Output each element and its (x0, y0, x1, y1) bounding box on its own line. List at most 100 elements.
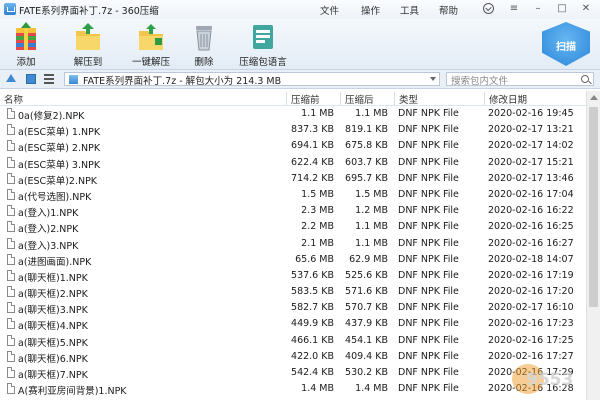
file-row[interactable]: a(进图画面).NPK 65.6 MB 62.9 MB DNF NPK File 202… (0, 252, 586, 268)
file-row[interactable]: a(聊天框)2.NPK 583.5 KB 571.6 KB DNF NPK File 2… (0, 284, 586, 300)
modified-date: 2020-02-16 19:45 (488, 108, 574, 119)
maximize-icon[interactable]: □ (553, 1, 571, 17)
original-size: 530.2 KB (345, 367, 388, 378)
extract-button[interactable]: 解压到 (68, 21, 108, 68)
file-type: DNF NPK File (398, 383, 459, 395)
main-menu-icon[interactable]: ≡ (505, 1, 523, 17)
column-name[interactable]: 名称 (0, 92, 286, 106)
column-type[interactable]: 类型 (394, 92, 484, 106)
compressed-size: 2.2 MB (301, 221, 334, 233)
file-list-header: 名称 压缩前 压缩后 类型 修改日期 (0, 91, 586, 106)
modified-date: 2020-02-17 16:10 (488, 302, 574, 314)
file-name: a(登入)1.NPK (18, 208, 79, 220)
extract-label: 解压到 (73, 57, 103, 68)
file-row[interactable]: a(聊天框)7.NPK542.4 KB530.2 KBDNF NPK File2… (0, 365, 586, 381)
modified-date: 2020-02-17 14:02 (488, 140, 574, 152)
file-type: DNF NPK File (398, 156, 459, 168)
modified-date: 2020-02-16 17:25 (488, 334, 574, 346)
file-row[interactable]: a(登入)2.NPK 2.2 MB 1.1 MB DNF NPK File 2020-0… (0, 219, 586, 235)
modified-date: 2020-02-17 13:46 (488, 172, 574, 184)
file-row[interactable]: A(赛利亚房间背景)1.NPK 1.4 MB 1.4 MB DNF NPK File 2… (0, 381, 586, 397)
language-code-icon (253, 25, 273, 49)
list-view-icon[interactable] (44, 74, 54, 84)
modified-date: 2020-02-16 17:04 (488, 188, 574, 200)
column-compressed[interactable]: 压缩前 (286, 92, 340, 106)
file-icon (7, 367, 15, 378)
add-button[interactable]: 添加 (8, 21, 44, 68)
file-row[interactable]: a(ESC菜单) 2.NPK 694.1 KB 675.8 KB DNF NPK Fi… (0, 138, 586, 154)
file-name: a(聊天框)2.NPK (18, 289, 88, 301)
menu-help[interactable]: 帮助 (439, 3, 458, 17)
path-dropdown-icon[interactable] (430, 77, 436, 81)
search-input[interactable]: 搜索包内文件 (446, 72, 594, 87)
file-name: a(聊天框)7.NPK (18, 370, 88, 381)
file-list: 0a(修复2).NPK 1.1 MB 1.1 MB DNF NPK File 2020-… (0, 106, 586, 400)
menu-operate[interactable]: 操作 (361, 3, 380, 17)
file-type: DNF NPK File (398, 269, 459, 281)
file-row[interactable]: a(聊天框)4.NPK 449.9 KB 437.9 KB DNF NPK File 2… (0, 316, 586, 332)
file-row[interactable]: a(ESC菜单)2.NPK 714.2 KB 695.7 KB DNF NPK Fil… (0, 171, 586, 187)
file-icon (7, 156, 15, 168)
thumbnail-view-icon[interactable] (26, 74, 36, 84)
file-name: a(登入)3.NPK (18, 240, 79, 252)
file-icon (7, 318, 15, 330)
trash-icon (196, 26, 212, 51)
file-row[interactable]: a(聊天框)1.NPK 537.6 KB 525.6 KB DNF NPK File 2… (0, 268, 586, 284)
column-date[interactable]: 修改日期 (484, 92, 586, 106)
modified-date: 2020-02-16 17:20 (488, 286, 574, 298)
modified-date: 2020-02-16 17:23 (488, 318, 574, 330)
compressed-size: 542.4 KB (291, 367, 334, 378)
original-size: 1.1 MB (355, 237, 388, 249)
compressed-size: 582.7 KB (291, 302, 334, 314)
path-field[interactable]: FATE系列界面补丁.7z - 解包大小为 214.3 MB (64, 72, 440, 87)
search-icon[interactable] (581, 75, 589, 83)
file-row[interactable]: a(ESC菜单) 1.NPK 837.3 KB 819.1 KB DNF NPK Fi… (0, 122, 586, 138)
modified-date: 2020-02-16 16:27 (488, 237, 574, 249)
file-row[interactable]: a(聊天框)3.NPK 582.7 KB 570.7 KB DNF NPK File 2… (0, 300, 586, 316)
modified-date: 2020-02-16 17:27 (488, 350, 574, 362)
skin-icon[interactable] (479, 1, 497, 17)
file-name: a(聊天框)3.NPK (18, 305, 88, 317)
file-row[interactable]: a(聊天框)6.NPK 422.0 KB 409.4 KB DNF NPK File 2… (0, 349, 586, 365)
compressed-size: 837.3 KB (291, 124, 334, 136)
compressed-size: 2.1 MB (301, 237, 334, 249)
file-icon (7, 334, 15, 346)
menu-file[interactable]: 文件 (320, 3, 339, 17)
original-size: 570.7 KB (345, 302, 388, 314)
file-row[interactable]: a(聊天框)5.NPK 466.1 KB 454.1 KB DNF NPK File 2… (0, 333, 586, 349)
file-row[interactable]: a(代号选图).NPK 1.5 MB 1.5 MB DNF NPK File 2020-… (0, 187, 586, 203)
file-name: a(聊天框)5.NPK (18, 337, 88, 349)
menu-tools[interactable]: 工具 (400, 3, 419, 17)
file-type: DNF NPK File (398, 108, 459, 119)
up-arrow-icon[interactable] (6, 74, 16, 82)
compressed-size: 449.9 KB (291, 318, 334, 330)
file-row[interactable]: a(ESC菜单) 3.NPK 622.4 KB 603.7 KB DNF NPK Fi… (0, 155, 586, 171)
compressed-size: 422.0 KB (291, 350, 334, 362)
scroll-up-icon[interactable] (590, 95, 598, 100)
file-icon (7, 237, 15, 249)
file-name: 0a(修复2).NPK (18, 111, 85, 122)
column-original[interactable]: 压缩后 (340, 92, 394, 106)
file-icon (7, 253, 15, 265)
compressed-size: 537.6 KB (291, 269, 334, 281)
original-size: 819.1 KB (345, 124, 388, 136)
file-row[interactable]: a(登入)1.NPK 2.3 MB 1.2 MB DNF NPK File 2020-0… (0, 203, 586, 219)
address-bar: FATE系列界面补丁.7z - 解包大小为 214.3 MB 搜索包内文件 (0, 69, 600, 89)
one-click-extract-label: 一键解压 (131, 57, 170, 68)
delete-button[interactable]: 删除 (188, 21, 220, 68)
file-row[interactable]: 0a(修复2).NPK 1.1 MB 1.1 MB DNF NPK File 2020-… (0, 106, 586, 122)
file-icon (7, 172, 15, 184)
minimize-icon[interactable]: – (529, 1, 547, 17)
original-size: 1.1 MB (355, 221, 388, 233)
vertical-scrollbar[interactable] (586, 91, 600, 400)
scroll-thumb[interactable] (589, 107, 598, 307)
file-name: a(ESC菜单) 3.NPK (18, 159, 101, 171)
close-icon[interactable]: ✕ (577, 1, 595, 17)
archive-language-button[interactable]: 压缩包语言 (234, 21, 292, 68)
original-size: 603.7 KB (345, 156, 388, 168)
file-row[interactable]: a(登入)3.NPK 2.1 MB 1.1 MB DNF NPK File 2020-0… (0, 236, 586, 252)
one-click-extract-button[interactable]: 一键解压 (128, 21, 174, 68)
file-icon (7, 383, 15, 395)
delete-label: 删除 (194, 57, 214, 68)
original-size: 695.7 KB (345, 172, 388, 184)
